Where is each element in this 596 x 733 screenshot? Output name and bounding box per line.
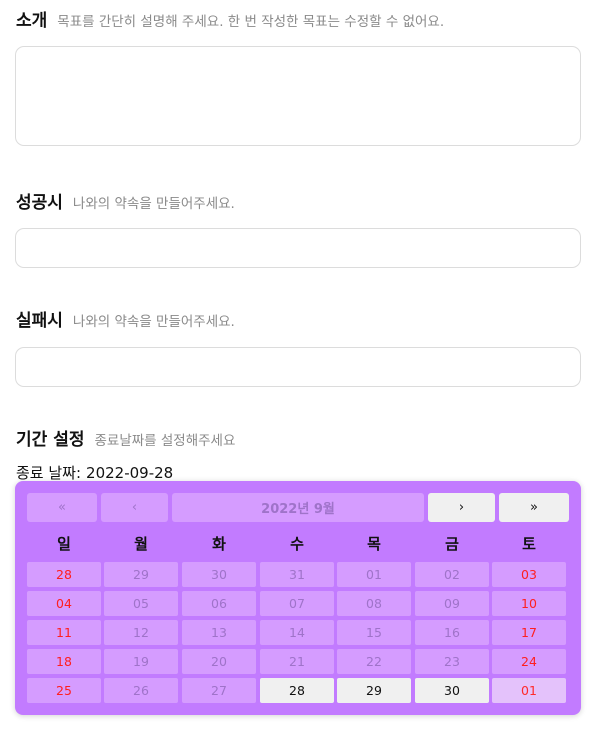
- intro-textarea[interactable]: [15, 46, 581, 146]
- calendar-day[interactable]: 05: [104, 591, 178, 616]
- calendar-day[interactable]: 29: [337, 678, 411, 703]
- calendar-day[interactable]: 10: [492, 591, 566, 616]
- calendar-day[interactable]: 03: [492, 562, 566, 587]
- calendar-day[interactable]: 20: [182, 649, 256, 674]
- calendar-day[interactable]: 16: [415, 620, 489, 645]
- month-label[interactable]: 2022년 9월: [172, 493, 424, 522]
- calendar-day[interactable]: 28: [260, 678, 334, 703]
- calendar-day[interactable]: 09: [415, 591, 489, 616]
- weekday-label: 금: [445, 535, 459, 553]
- prev-year-button[interactable]: «: [27, 493, 97, 522]
- weekday-label: 목: [367, 535, 381, 553]
- success-title: 성공시: [16, 193, 63, 213]
- intro-hint: 목표를 간단히 설명해 주세요. 한 번 작성한 목표는 수정할 수 없어요.: [57, 14, 445, 30]
- calendar-day[interactable]: 12: [104, 620, 178, 645]
- calendar-day[interactable]: 27: [182, 678, 256, 703]
- calendar-day[interactable]: 22: [337, 649, 411, 674]
- calendar-day[interactable]: 28: [27, 562, 101, 587]
- calendar-day[interactable]: 30: [182, 562, 256, 587]
- calendar-day[interactable]: 19: [104, 649, 178, 674]
- period-header: 기간 설정 종료날짜를 설정해주세요: [16, 425, 235, 450]
- weekday-label: 수: [290, 535, 304, 553]
- calendar-day[interactable]: 18: [27, 649, 101, 674]
- failure-hint: 나와의 약속을 만들어주세요.: [72, 314, 235, 330]
- failure-title: 실패시: [16, 311, 63, 331]
- weekday-label: 월: [134, 535, 148, 553]
- calendar-day[interactable]: 07: [260, 591, 334, 616]
- end-date-value: 2022-09-28: [86, 464, 174, 482]
- success-input[interactable]: [15, 228, 581, 268]
- next-year-button[interactable]: »: [499, 493, 569, 522]
- intro-title: 소개: [16, 11, 48, 31]
- calendar-day[interactable]: 11: [27, 620, 101, 645]
- calendar-day[interactable]: 01: [492, 678, 566, 703]
- next-month-button[interactable]: ›: [428, 493, 495, 522]
- calendar-day[interactable]: 06: [182, 591, 256, 616]
- date-picker-calendar: « ‹ 2022년 9월 › » 일월화수목금토 28 29 30 31 01 02 03 0…: [15, 481, 581, 715]
- calendar-day[interactable]: 14: [260, 620, 334, 645]
- prev-month-button[interactable]: ‹: [101, 493, 168, 522]
- calendar-day[interactable]: 13: [182, 620, 256, 645]
- calendar-day[interactable]: 24: [492, 649, 566, 674]
- weekday-label: 토: [522, 535, 536, 553]
- calendar-day[interactable]: 29: [104, 562, 178, 587]
- calendar-day[interactable]: 08: [337, 591, 411, 616]
- calendar-day[interactable]: 30: [415, 678, 489, 703]
- weekday-label: 일: [57, 535, 71, 553]
- success-header: 성공시 나와의 약속을 만들어주세요.: [16, 188, 235, 213]
- intro-header: 소개 목표를 간단히 설명해 주세요. 한 번 작성한 목표는 수정할 수 없어…: [16, 6, 444, 31]
- calendar-day[interactable]: 17: [492, 620, 566, 645]
- calendar-day[interactable]: 21: [260, 649, 334, 674]
- end-date-label: 종료 날짜:: [16, 464, 82, 482]
- failure-input[interactable]: [15, 347, 581, 387]
- calendar-day[interactable]: 02: [415, 562, 489, 587]
- calendar-day[interactable]: 25: [27, 678, 101, 703]
- calendar-day[interactable]: 04: [27, 591, 101, 616]
- calendar-day[interactable]: 15: [337, 620, 411, 645]
- calendar-day[interactable]: 31: [260, 562, 334, 587]
- end-date-display: 종료 날짜: 2022-09-28: [16, 462, 178, 483]
- failure-header: 실패시 나와의 약속을 만들어주세요.: [16, 306, 235, 331]
- calendar-day[interactable]: 26: [104, 678, 178, 703]
- calendar-day[interactable]: 01: [337, 562, 411, 587]
- period-title: 기간 설정: [16, 430, 85, 450]
- calendar-day[interactable]: 23: [415, 649, 489, 674]
- weekday-label: 화: [212, 535, 226, 553]
- period-hint: 종료날짜를 설정해주세요: [94, 433, 236, 449]
- success-hint: 나와의 약속을 만들어주세요.: [72, 196, 235, 212]
